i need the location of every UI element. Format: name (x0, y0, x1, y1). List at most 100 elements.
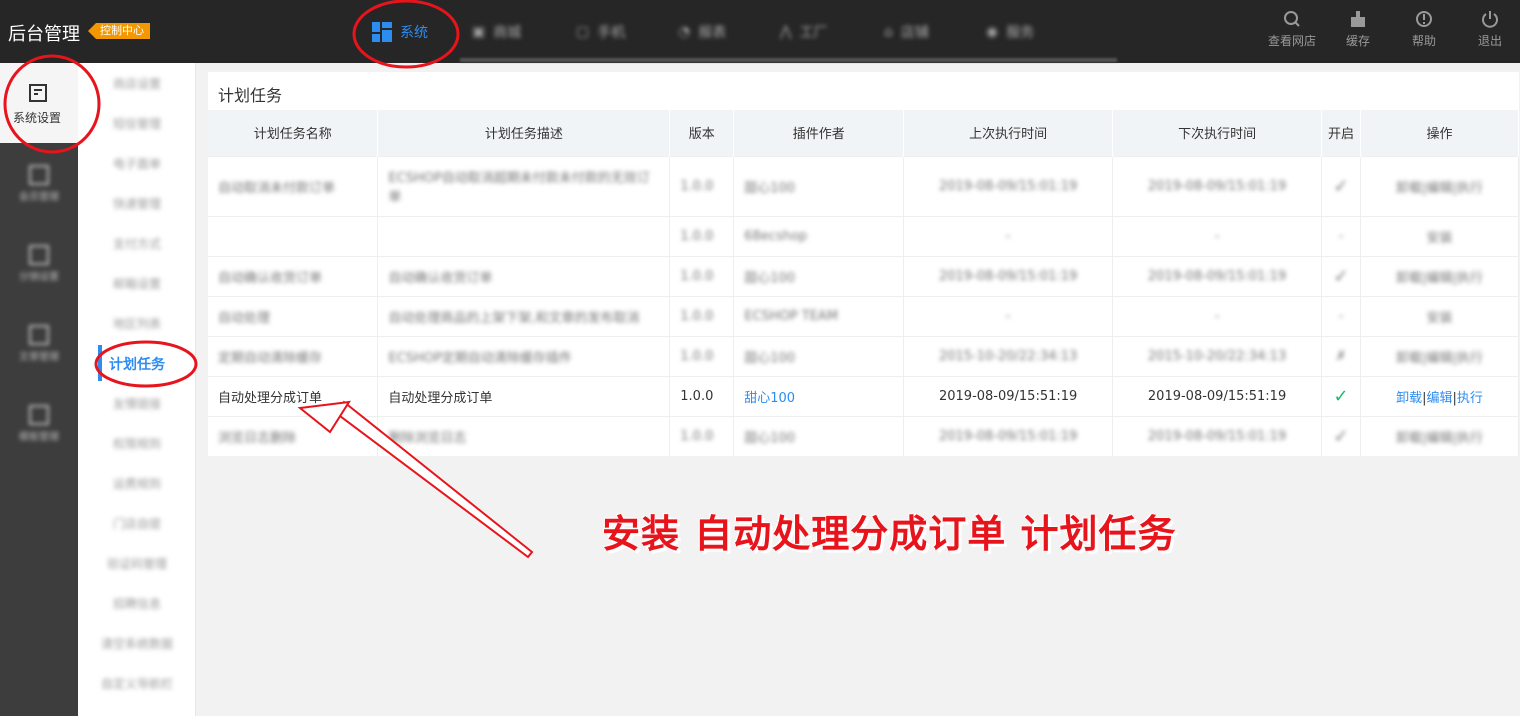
top-nav-label: 服务 (1006, 24, 1035, 41)
subnav-item[interactable]: 清空系统数据 (78, 635, 196, 652)
cell-next-run: 2015-10-20/22:34:13 (1112, 335, 1323, 376)
cron-table: 计划任务名称 计划任务描述 版本 插件作者 上次执行时间 下次执行时间 开启 操… (208, 110, 1519, 456)
sidebar-item-label: 分销设置 (19, 272, 59, 283)
nav-divider (460, 58, 1117, 62)
cell-actions[interactable]: 卸载|编辑|执行 (1360, 335, 1519, 376)
top-nav-item-factory[interactable]: ⋀ 工厂 (780, 0, 827, 63)
subnav-active-indicator (98, 345, 102, 381)
uninstall-link[interactable]: 卸载 (1396, 391, 1422, 406)
disabled-x-icon: ✗ (1321, 335, 1362, 376)
cell-next-run: - (1112, 215, 1323, 256)
cell-actions[interactable]: 卸载|编辑|执行 (1360, 415, 1519, 456)
settings-doc-icon (29, 84, 47, 102)
edit-link[interactable]: 编辑 (1427, 391, 1453, 406)
store-icon: ▣ (472, 23, 486, 40)
sub-nav: 商店设置 短信管理 电子面单 快递管理 支付方式 邮箱设置 地区列表 计划任务 … (78, 63, 196, 716)
main-sidebar (0, 63, 78, 716)
subnav-item[interactable]: 短信管理 (78, 115, 196, 132)
top-nav: 系统 ▣ 商城 ▢ 手机 ◔ 报表 ⋀ 工厂 ⌂ 店铺 ◉ 服务 (360, 0, 1117, 63)
cell-last-run: 2019-08-09/15:01:19 (903, 155, 1114, 216)
subnav-item[interactable]: 邮箱设置 (78, 275, 196, 292)
table-header: 计划任务名称 计划任务描述 版本 插件作者 上次执行时间 下次执行时间 开启 操… (208, 110, 1519, 156)
col-name: 计划任务名称 (208, 110, 379, 156)
cell-name: 自动处理 (208, 295, 379, 336)
cell-next-run: - (1112, 295, 1323, 336)
search-icon (1284, 11, 1300, 27)
cell-version: 1.0.0 (669, 155, 735, 216)
doc-icon (29, 245, 49, 265)
cell-author[interactable]: 甜心100 (733, 375, 905, 416)
col-actions: 操作 (1360, 110, 1519, 156)
cell-actions: 卸载|编辑|执行 (1360, 375, 1519, 416)
tool-label: 查看网店 (1268, 34, 1317, 48)
sidebar-item-label: 模板管理 (19, 432, 59, 443)
clock-icon: ◔ (678, 23, 691, 40)
top-nav-item-report[interactable]: ◔ 报表 (678, 0, 726, 63)
logout-button[interactable]: 退出 (1466, 8, 1514, 49)
subnav-item[interactable]: 电子面单 (78, 155, 196, 172)
top-nav-item-mobile[interactable]: ▢ 手机 (576, 0, 625, 63)
cell-version: 1.0.0 (669, 215, 735, 256)
table-row: 定期自动清除缓存 ECSHOP定期自动清除缓存插件 1.0.0 甜心100 20… (208, 335, 1519, 376)
top-nav-label: 工厂 (799, 24, 828, 41)
subnav-item-scheduled-tasks[interactable]: 计划任务 (78, 354, 196, 374)
table-row: 1.0.0 68ecshop - - - 安装 (208, 215, 1519, 256)
subnav-item[interactable]: 地区列表 (78, 315, 196, 332)
sidebar-item-article[interactable]: 文章管理 (10, 325, 68, 363)
col-desc: 计划任务描述 (377, 110, 671, 156)
cell-actions[interactable]: 卸载|编辑|执行 (1360, 155, 1519, 216)
sidebar-item-member[interactable]: 会员管理 (10, 165, 68, 203)
cell-last-run: - (903, 215, 1114, 256)
cell-desc: 自动确认收货订单 (377, 255, 671, 296)
main-content: 计划任务 计划任务名称 计划任务描述 版本 插件作者 上次执行时间 下次执行时间… (208, 72, 1519, 456)
top-nav-label: 商城 (493, 24, 522, 41)
sidebar-item-template[interactable]: 模板管理 (10, 405, 68, 443)
install-link[interactable]: 安装 (1360, 295, 1519, 336)
col-author: 插件作者 (733, 110, 905, 156)
tool-label: 缓存 (1345, 34, 1370, 48)
tablet-icon: ▢ (576, 23, 590, 40)
help-button[interactable]: 帮助 (1400, 8, 1448, 49)
cell-next-run: 2019-08-09/15:01:19 (1112, 255, 1323, 296)
sidebar-item-system-settings[interactable] (0, 63, 78, 143)
subnav-item[interactable]: 运费规则 (78, 475, 196, 492)
subnav-item[interactable]: 支付方式 (78, 235, 196, 252)
top-nav-label: 店铺 (900, 24, 929, 41)
top-nav-item-service[interactable]: ◉ 服务 (986, 0, 1034, 63)
subnav-item[interactable]: 门店自提 (78, 515, 196, 532)
subnav-item[interactable]: 招聘信息 (78, 595, 196, 612)
top-nav-item-shop[interactable]: ⌂ 店铺 (884, 0, 929, 63)
cell-last-run: 2019-08-09/15:01:19 (903, 255, 1114, 296)
cell-author[interactable]: 甜心100 (733, 335, 905, 376)
install-link[interactable]: 安装 (1360, 215, 1519, 256)
service-icon: ◉ (986, 23, 999, 40)
cell-name: 定期自动清除缓存 (208, 335, 379, 376)
cache-button[interactable]: 缓存 (1334, 8, 1382, 49)
cell-author[interactable]: 甜心100 (733, 255, 905, 296)
col-enabled: 开启 (1321, 110, 1362, 156)
subnav-item[interactable]: 验证码管理 (78, 555, 196, 572)
subnav-item[interactable]: 商店设置 (78, 75, 196, 92)
run-link[interactable]: 执行 (1457, 391, 1483, 406)
top-nav-item-system[interactable]: 系统 (372, 0, 428, 63)
cell-author[interactable]: 甜心100 (733, 155, 905, 216)
cell-last-run: 2019-08-09/15:51:19 (903, 375, 1114, 416)
view-store-button[interactable]: 查看网店 (1268, 8, 1316, 49)
subnav-item[interactable]: 快递管理 (78, 195, 196, 212)
cell-next-run: 2019-08-09/15:01:19 (1112, 155, 1323, 216)
cell-author[interactable]: ECSHOP TEAM (733, 295, 905, 336)
cell-author[interactable]: 68ecshop (733, 215, 905, 256)
cell-actions[interactable]: 卸载|编辑|执行 (1360, 255, 1519, 296)
cell-author[interactable]: 甜心100 (733, 415, 905, 456)
cell-desc: ECSHOP定期自动清除缓存插件 (377, 335, 671, 376)
cell-desc: ECSHOP自动取消超期未付款未付款的无效订单 (377, 155, 671, 216)
network-icon: ⋀ (780, 23, 792, 40)
subnav-item[interactable]: 友情链接 (78, 395, 196, 412)
top-nav-item-mall[interactable]: ▣ 商城 (472, 0, 521, 63)
sidebar-item-distribution[interactable]: 分销设置 (10, 245, 68, 283)
subnav-item[interactable]: 权限规则 (78, 435, 196, 452)
cell-name: 自动确认收货订单 (208, 255, 379, 296)
subnav-item[interactable]: 自定义导航栏 (78, 675, 196, 692)
control-center-badge: 控制中心 (88, 23, 150, 39)
cell-version: 1.0.0 (669, 335, 735, 376)
